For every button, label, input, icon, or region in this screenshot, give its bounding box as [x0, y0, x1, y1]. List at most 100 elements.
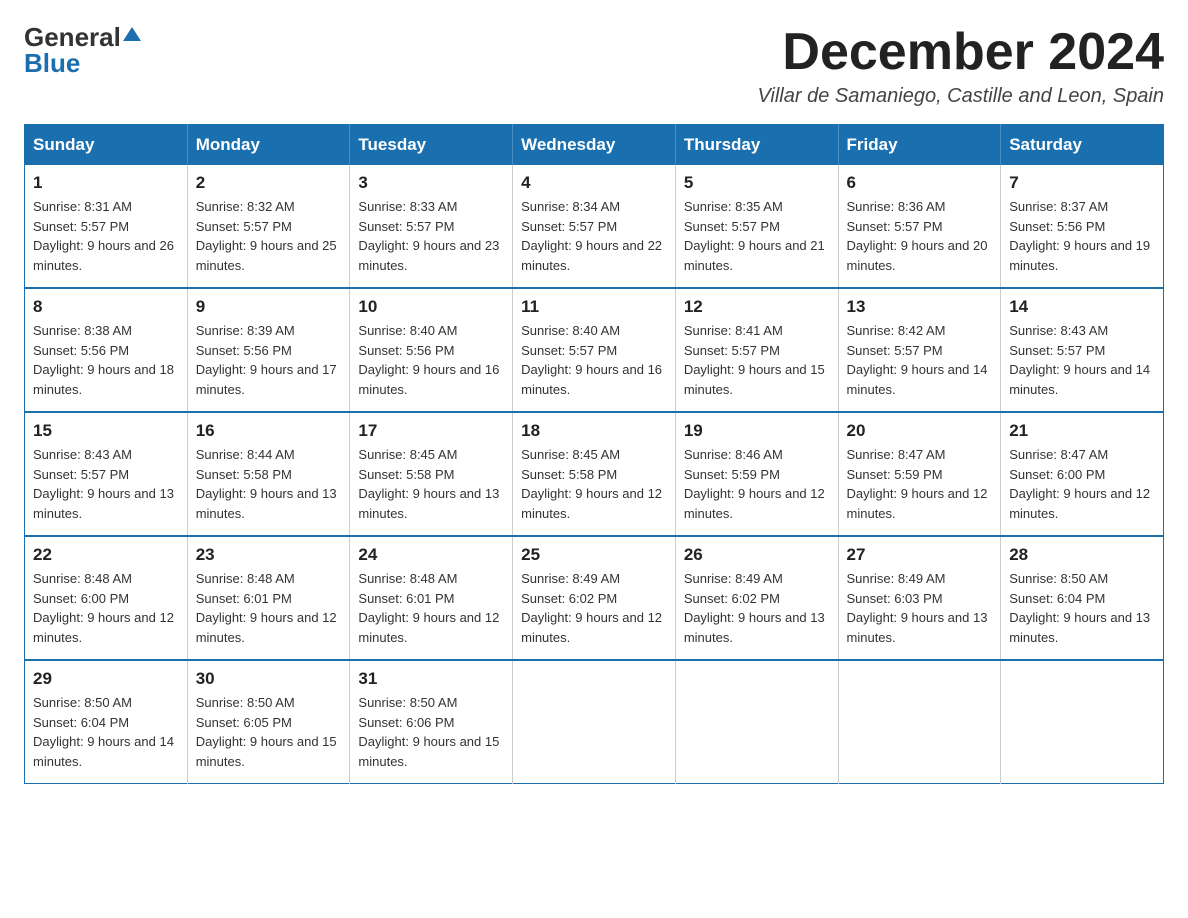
calendar-cell: 24 Sunrise: 8:48 AMSunset: 6:01 PMDaylig… — [350, 536, 513, 660]
day-number: 21 — [1009, 421, 1155, 441]
week-row-4: 22 Sunrise: 8:48 AMSunset: 6:00 PMDaylig… — [25, 536, 1164, 660]
day-info: Sunrise: 8:48 AMSunset: 6:00 PMDaylight:… — [33, 571, 174, 645]
calendar-cell: 11 Sunrise: 8:40 AMSunset: 5:57 PMDaylig… — [513, 288, 676, 412]
day-info: Sunrise: 8:47 AMSunset: 6:00 PMDaylight:… — [1009, 447, 1150, 521]
day-info: Sunrise: 8:38 AMSunset: 5:56 PMDaylight:… — [33, 323, 174, 397]
day-number: 7 — [1009, 173, 1155, 193]
day-number: 3 — [358, 173, 504, 193]
day-number: 13 — [847, 297, 993, 317]
day-number: 17 — [358, 421, 504, 441]
day-number: 15 — [33, 421, 179, 441]
header-day-sunday: Sunday — [25, 125, 188, 166]
week-row-5: 29 Sunrise: 8:50 AMSunset: 6:04 PMDaylig… — [25, 660, 1164, 784]
day-info: Sunrise: 8:46 AMSunset: 5:59 PMDaylight:… — [684, 447, 825, 521]
header-day-thursday: Thursday — [675, 125, 838, 166]
title-section: December 2024 Villar de Samaniego, Casti… — [757, 24, 1164, 108]
day-info: Sunrise: 8:34 AMSunset: 5:57 PMDaylight:… — [521, 199, 662, 273]
day-info: Sunrise: 8:31 AMSunset: 5:57 PMDaylight:… — [33, 199, 174, 273]
day-info: Sunrise: 8:37 AMSunset: 5:56 PMDaylight:… — [1009, 199, 1150, 273]
day-number: 22 — [33, 545, 179, 565]
day-info: Sunrise: 8:42 AMSunset: 5:57 PMDaylight:… — [847, 323, 988, 397]
calendar-cell: 7 Sunrise: 8:37 AMSunset: 5:56 PMDayligh… — [1001, 165, 1164, 288]
calendar-cell: 10 Sunrise: 8:40 AMSunset: 5:56 PMDaylig… — [350, 288, 513, 412]
day-info: Sunrise: 8:40 AMSunset: 5:57 PMDaylight:… — [521, 323, 662, 397]
calendar-cell: 25 Sunrise: 8:49 AMSunset: 6:02 PMDaylig… — [513, 536, 676, 660]
day-number: 2 — [196, 173, 342, 193]
day-number: 11 — [521, 297, 667, 317]
day-number: 6 — [847, 173, 993, 193]
calendar-cell: 5 Sunrise: 8:35 AMSunset: 5:57 PMDayligh… — [675, 165, 838, 288]
calendar-header-row: SundayMondayTuesdayWednesdayThursdayFrid… — [25, 125, 1164, 166]
calendar-cell — [513, 660, 676, 784]
calendar-table: SundayMondayTuesdayWednesdayThursdayFrid… — [24, 124, 1164, 784]
calendar-cell: 2 Sunrise: 8:32 AMSunset: 5:57 PMDayligh… — [187, 165, 350, 288]
day-info: Sunrise: 8:39 AMSunset: 5:56 PMDaylight:… — [196, 323, 337, 397]
calendar-cell: 19 Sunrise: 8:46 AMSunset: 5:59 PMDaylig… — [675, 412, 838, 536]
day-number: 9 — [196, 297, 342, 317]
calendar-cell: 18 Sunrise: 8:45 AMSunset: 5:58 PMDaylig… — [513, 412, 676, 536]
logo: General Blue — [24, 24, 141, 76]
day-number: 14 — [1009, 297, 1155, 317]
week-row-2: 8 Sunrise: 8:38 AMSunset: 5:56 PMDayligh… — [25, 288, 1164, 412]
day-number: 16 — [196, 421, 342, 441]
header-day-wednesday: Wednesday — [513, 125, 676, 166]
day-number: 19 — [684, 421, 830, 441]
logo-triangle-icon — [123, 27, 141, 46]
day-info: Sunrise: 8:49 AMSunset: 6:02 PMDaylight:… — [684, 571, 825, 645]
day-number: 26 — [684, 545, 830, 565]
header-day-tuesday: Tuesday — [350, 125, 513, 166]
day-info: Sunrise: 8:43 AMSunset: 5:57 PMDaylight:… — [1009, 323, 1150, 397]
day-number: 8 — [33, 297, 179, 317]
calendar-cell: 22 Sunrise: 8:48 AMSunset: 6:00 PMDaylig… — [25, 536, 188, 660]
week-row-1: 1 Sunrise: 8:31 AMSunset: 5:57 PMDayligh… — [25, 165, 1164, 288]
day-info: Sunrise: 8:49 AMSunset: 6:03 PMDaylight:… — [847, 571, 988, 645]
day-info: Sunrise: 8:33 AMSunset: 5:57 PMDaylight:… — [358, 199, 499, 273]
week-row-3: 15 Sunrise: 8:43 AMSunset: 5:57 PMDaylig… — [25, 412, 1164, 536]
day-number: 1 — [33, 173, 179, 193]
day-info: Sunrise: 8:44 AMSunset: 5:58 PMDaylight:… — [196, 447, 337, 521]
calendar-cell: 15 Sunrise: 8:43 AMSunset: 5:57 PMDaylig… — [25, 412, 188, 536]
calendar-cell: 1 Sunrise: 8:31 AMSunset: 5:57 PMDayligh… — [25, 165, 188, 288]
day-info: Sunrise: 8:50 AMSunset: 6:04 PMDaylight:… — [33, 695, 174, 769]
day-info: Sunrise: 8:49 AMSunset: 6:02 PMDaylight:… — [521, 571, 662, 645]
calendar-cell: 21 Sunrise: 8:47 AMSunset: 6:00 PMDaylig… — [1001, 412, 1164, 536]
day-number: 20 — [847, 421, 993, 441]
day-number: 18 — [521, 421, 667, 441]
day-info: Sunrise: 8:45 AMSunset: 5:58 PMDaylight:… — [358, 447, 499, 521]
day-info: Sunrise: 8:48 AMSunset: 6:01 PMDaylight:… — [196, 571, 337, 645]
calendar-cell: 28 Sunrise: 8:50 AMSunset: 6:04 PMDaylig… — [1001, 536, 1164, 660]
day-info: Sunrise: 8:48 AMSunset: 6:01 PMDaylight:… — [358, 571, 499, 645]
day-info: Sunrise: 8:50 AMSunset: 6:06 PMDaylight:… — [358, 695, 499, 769]
calendar-cell — [838, 660, 1001, 784]
calendar-cell: 27 Sunrise: 8:49 AMSunset: 6:03 PMDaylig… — [838, 536, 1001, 660]
day-info: Sunrise: 8:43 AMSunset: 5:57 PMDaylight:… — [33, 447, 174, 521]
calendar-cell: 29 Sunrise: 8:50 AMSunset: 6:04 PMDaylig… — [25, 660, 188, 784]
calendar-cell: 16 Sunrise: 8:44 AMSunset: 5:58 PMDaylig… — [187, 412, 350, 536]
day-number: 27 — [847, 545, 993, 565]
day-info: Sunrise: 8:40 AMSunset: 5:56 PMDaylight:… — [358, 323, 499, 397]
day-number: 4 — [521, 173, 667, 193]
day-info: Sunrise: 8:36 AMSunset: 5:57 PMDaylight:… — [847, 199, 988, 273]
logo-general: General — [24, 24, 121, 50]
day-info: Sunrise: 8:41 AMSunset: 5:57 PMDaylight:… — [684, 323, 825, 397]
calendar-cell: 14 Sunrise: 8:43 AMSunset: 5:57 PMDaylig… — [1001, 288, 1164, 412]
header-day-saturday: Saturday — [1001, 125, 1164, 166]
logo-blue: Blue — [24, 50, 80, 76]
day-number: 31 — [358, 669, 504, 689]
page-header: General Blue December 2024 Villar de Sam… — [24, 24, 1164, 108]
calendar-cell: 20 Sunrise: 8:47 AMSunset: 5:59 PMDaylig… — [838, 412, 1001, 536]
day-info: Sunrise: 8:45 AMSunset: 5:58 PMDaylight:… — [521, 447, 662, 521]
day-number: 10 — [358, 297, 504, 317]
header-day-friday: Friday — [838, 125, 1001, 166]
day-number: 29 — [33, 669, 179, 689]
calendar-cell: 17 Sunrise: 8:45 AMSunset: 5:58 PMDaylig… — [350, 412, 513, 536]
calendar-cell: 3 Sunrise: 8:33 AMSunset: 5:57 PMDayligh… — [350, 165, 513, 288]
day-number: 23 — [196, 545, 342, 565]
calendar-cell: 9 Sunrise: 8:39 AMSunset: 5:56 PMDayligh… — [187, 288, 350, 412]
day-info: Sunrise: 8:32 AMSunset: 5:57 PMDaylight:… — [196, 199, 337, 273]
day-number: 5 — [684, 173, 830, 193]
calendar-cell — [675, 660, 838, 784]
day-info: Sunrise: 8:35 AMSunset: 5:57 PMDaylight:… — [684, 199, 825, 273]
day-number: 25 — [521, 545, 667, 565]
header-day-monday: Monday — [187, 125, 350, 166]
